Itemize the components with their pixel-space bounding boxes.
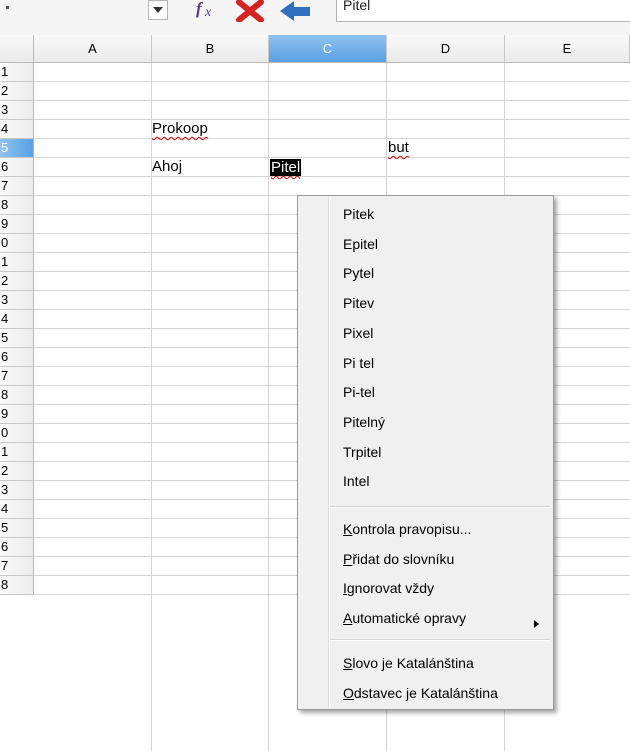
row-header-17[interactable]: 7	[0, 367, 34, 386]
row-header-6[interactable]: 6	[0, 158, 34, 177]
suggestion-item[interactable]: Epitel	[343, 232, 378, 256]
row-header-19[interactable]: 9	[0, 405, 34, 424]
row-header-14[interactable]: 4	[0, 310, 34, 329]
name-box-dropdown[interactable]	[148, 0, 168, 20]
accept-icon[interactable]	[278, 0, 314, 22]
row-header-8[interactable]: 8	[0, 196, 34, 215]
add-to-dictionary-item[interactable]: Přidat do slovníku	[343, 547, 454, 571]
paragraph-language-item[interactable]: Odstavec je Katalánština	[343, 681, 498, 705]
cell-b3[interactable]: Prokoop	[152, 119, 208, 138]
cancel-icon[interactable]	[235, 0, 265, 23]
row-header-26[interactable]: 6	[0, 538, 34, 557]
row-header-10[interactable]: 0	[0, 234, 34, 253]
row-header-1[interactable]: 1	[0, 63, 34, 82]
formula-bar: f x Pitel	[0, 0, 630, 36]
grid-row-line	[34, 176, 630, 177]
ignore-all-item[interactable]: Ignorovat vždy	[343, 576, 434, 600]
svg-text:f: f	[196, 0, 204, 18]
suggestion-item[interactable]: Pitelný	[343, 410, 385, 434]
row-header-22[interactable]: 2	[0, 462, 34, 481]
submenu-arrow-icon	[534, 620, 539, 628]
suggestion-item[interactable]: Pi tel	[343, 351, 374, 375]
word-language-item[interactable]: Slovo je Katalánština	[343, 651, 474, 675]
row-header-25[interactable]: 5	[0, 519, 34, 538]
suggestion-item[interactable]: Trpitel	[343, 440, 381, 464]
menu-separator	[330, 639, 550, 641]
suggestion-item[interactable]: Pytel	[343, 261, 374, 285]
grid-column-line	[268, 63, 269, 751]
row-header-5[interactable]: 5	[0, 139, 34, 158]
suggestion-item[interactable]: Pitev	[343, 291, 374, 315]
row-header-16[interactable]: 6	[0, 348, 34, 367]
row-header-9[interactable]: 9	[0, 215, 34, 234]
row-header-21[interactable]: 1	[0, 443, 34, 462]
suggestion-item[interactable]: Pixel	[343, 321, 373, 345]
suggestion-item[interactable]: Intel	[343, 469, 369, 493]
grid-row-line	[34, 81, 630, 82]
column-header-a[interactable]: A	[34, 35, 152, 63]
grid-row-line	[34, 100, 630, 101]
svg-text:x: x	[204, 5, 212, 20]
row-header-28[interactable]: 8	[0, 576, 34, 595]
row-header-7[interactable]: 7	[0, 177, 34, 196]
function-wizard-icon[interactable]: f x	[193, 0, 223, 22]
row-header-18[interactable]: 8	[0, 386, 34, 405]
suggestion-item[interactable]: Pi-tel	[343, 380, 375, 404]
dropdown-arrow-icon	[153, 7, 163, 13]
column-header-c[interactable]: C	[269, 35, 387, 63]
formula-input[interactable]: Pitel	[336, 0, 630, 22]
select-all-corner[interactable]	[0, 35, 34, 63]
spellcheck-context-menu: Pitek Epitel Pytel Pitev Pixel Pi tel Pi-tel Pi…	[297, 195, 554, 710]
column-header-b[interactable]: B	[152, 35, 269, 63]
row-header-23[interactable]: 3	[0, 481, 34, 500]
cell-d4[interactable]: but	[388, 138, 409, 157]
column-header-d[interactable]: D	[387, 35, 505, 63]
toolbar-handle	[6, 6, 9, 9]
suggestion-item[interactable]: Pitek	[343, 202, 374, 226]
row-header-15[interactable]: 5	[0, 329, 34, 348]
row-header-13[interactable]: 3	[0, 291, 34, 310]
grid-row-line	[34, 157, 630, 158]
autocorrect-submenu-item[interactable]: Automatické opravy	[343, 606, 466, 630]
row-header-11[interactable]: 1	[0, 253, 34, 272]
spell-check-dialog-item[interactable]: Kontrola pravopisu...	[343, 517, 471, 541]
menu-separator	[330, 506, 550, 508]
grid-row-line	[34, 138, 630, 139]
row-header-27[interactable]: 7	[0, 557, 34, 576]
column-header-e[interactable]: E	[505, 35, 630, 63]
row-header-24[interactable]: 4	[0, 500, 34, 519]
row-header-3[interactable]: 3	[0, 101, 34, 120]
row-header-2[interactable]: 2	[0, 82, 34, 101]
row-header-12[interactable]: 2	[0, 272, 34, 291]
grid-row-line	[34, 119, 630, 120]
cell-b5[interactable]: Ahoj	[152, 157, 182, 176]
row-header-20[interactable]: 0	[0, 424, 34, 443]
menu-icon-gutter	[328, 198, 330, 707]
row-header-4[interactable]: 4	[0, 120, 34, 139]
cell-c5-selected[interactable]: Pitel	[270, 159, 302, 176]
